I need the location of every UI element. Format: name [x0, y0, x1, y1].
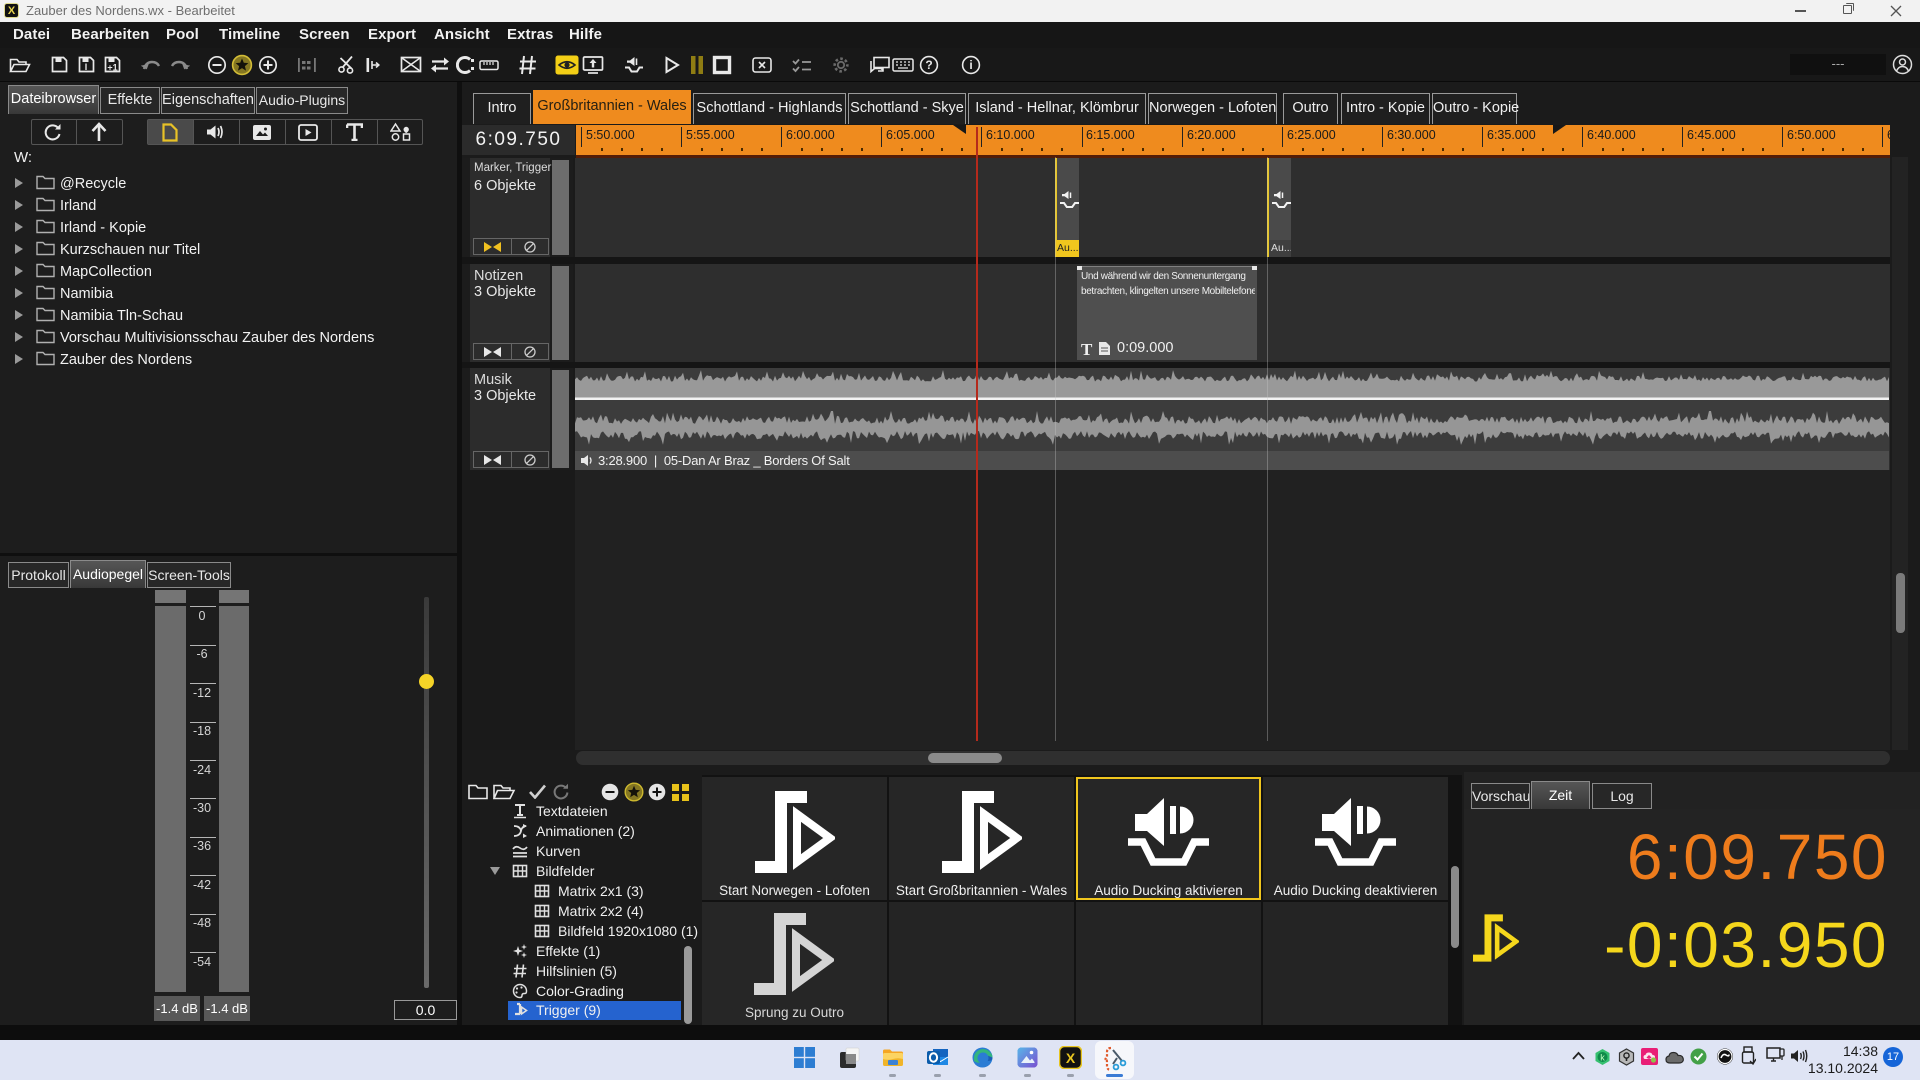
svg-text:X: X	[1066, 1050, 1076, 1066]
svg-text:+1: +1	[107, 63, 117, 73]
svg-text:i: i	[969, 58, 972, 72]
svg-text:I: I	[85, 62, 88, 72]
svg-text:k: k	[1600, 1053, 1605, 1063]
svg-text:?: ?	[925, 58, 932, 72]
